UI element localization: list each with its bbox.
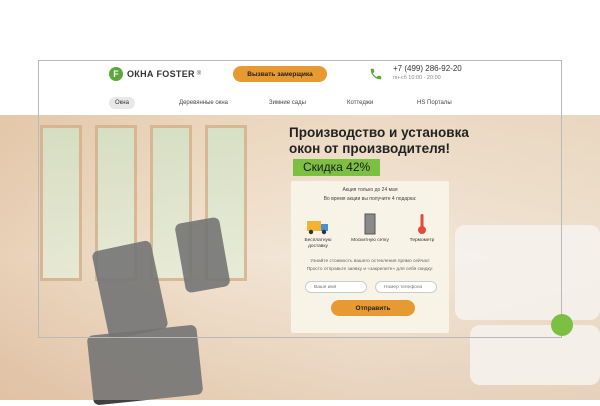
phone-icon xyxy=(370,68,382,80)
gift-thermometer-label: Термометр xyxy=(409,238,435,243)
gift-delivery-label: Бесплатную доставку xyxy=(304,238,332,249)
gift-mosquito-net-label: Москитную сетку xyxy=(351,238,389,243)
offer-note: Узнайте стоимость вашего остекления прям… xyxy=(310,259,430,264)
offer-deadline: Акция только до 24 мая xyxy=(342,187,398,193)
nav-item-hs-portals[interactable]: HS Порталы xyxy=(411,97,458,109)
registered-mark: ® xyxy=(196,71,202,77)
main-nav: Окна Деревянные окна Зимние сады Коттедж… xyxy=(39,91,561,115)
chat-widget-icon[interactable] xyxy=(551,314,573,336)
gift-mosquito-net: Москитную сетку xyxy=(349,213,391,244)
delivery-truck-icon xyxy=(307,221,328,235)
call-measurer-button[interactable]: Вызвать замерщика xyxy=(233,66,327,82)
offer-card: Акция только до 24 мая Во время акции вы… xyxy=(291,181,449,333)
offer-gifts-intro: Во время акции вы получите 4 подарка: xyxy=(323,196,417,202)
gift-delivery: Бесплатную доставку xyxy=(297,213,339,250)
logo-icon: F xyxy=(109,67,123,81)
gift-thermometer: Термометр xyxy=(401,213,443,244)
mosquito-net-icon xyxy=(364,213,376,235)
thermometer-icon xyxy=(418,214,426,234)
offer-note-secondary: Просто отправьте заявку и «закрепите» дл… xyxy=(306,267,434,272)
header: F ОКНА FOSTER ® Вызвать замерщика +7 (49… xyxy=(39,61,561,91)
brand-name: ОКНА FOSTER xyxy=(127,69,195,79)
site-frame: F ОКНА FOSTER ® Вызвать замерщика +7 (49… xyxy=(38,60,562,338)
discount-badge: Скидка 42% xyxy=(293,159,381,176)
working-hours: пн-сб 10:00 - 20:00 xyxy=(393,75,441,81)
submit-button[interactable]: Отправить xyxy=(331,300,415,316)
phone-input[interactable] xyxy=(375,281,437,293)
name-input[interactable] xyxy=(305,281,367,293)
nav-item-wooden-windows[interactable]: Деревянные окна xyxy=(173,97,234,109)
hero-headline: Производство и установка окон от произво… xyxy=(289,125,469,156)
nav-item-winter-gardens[interactable]: Зимние сады xyxy=(263,97,312,109)
logo[interactable]: F ОКНА FOSTER ® xyxy=(109,67,201,81)
phone-number[interactable]: +7 (499) 286-92-20 xyxy=(393,64,462,73)
nav-item-windows[interactable]: Окна xyxy=(109,97,135,109)
nav-item-cottages[interactable]: Коттеджи xyxy=(341,97,379,109)
